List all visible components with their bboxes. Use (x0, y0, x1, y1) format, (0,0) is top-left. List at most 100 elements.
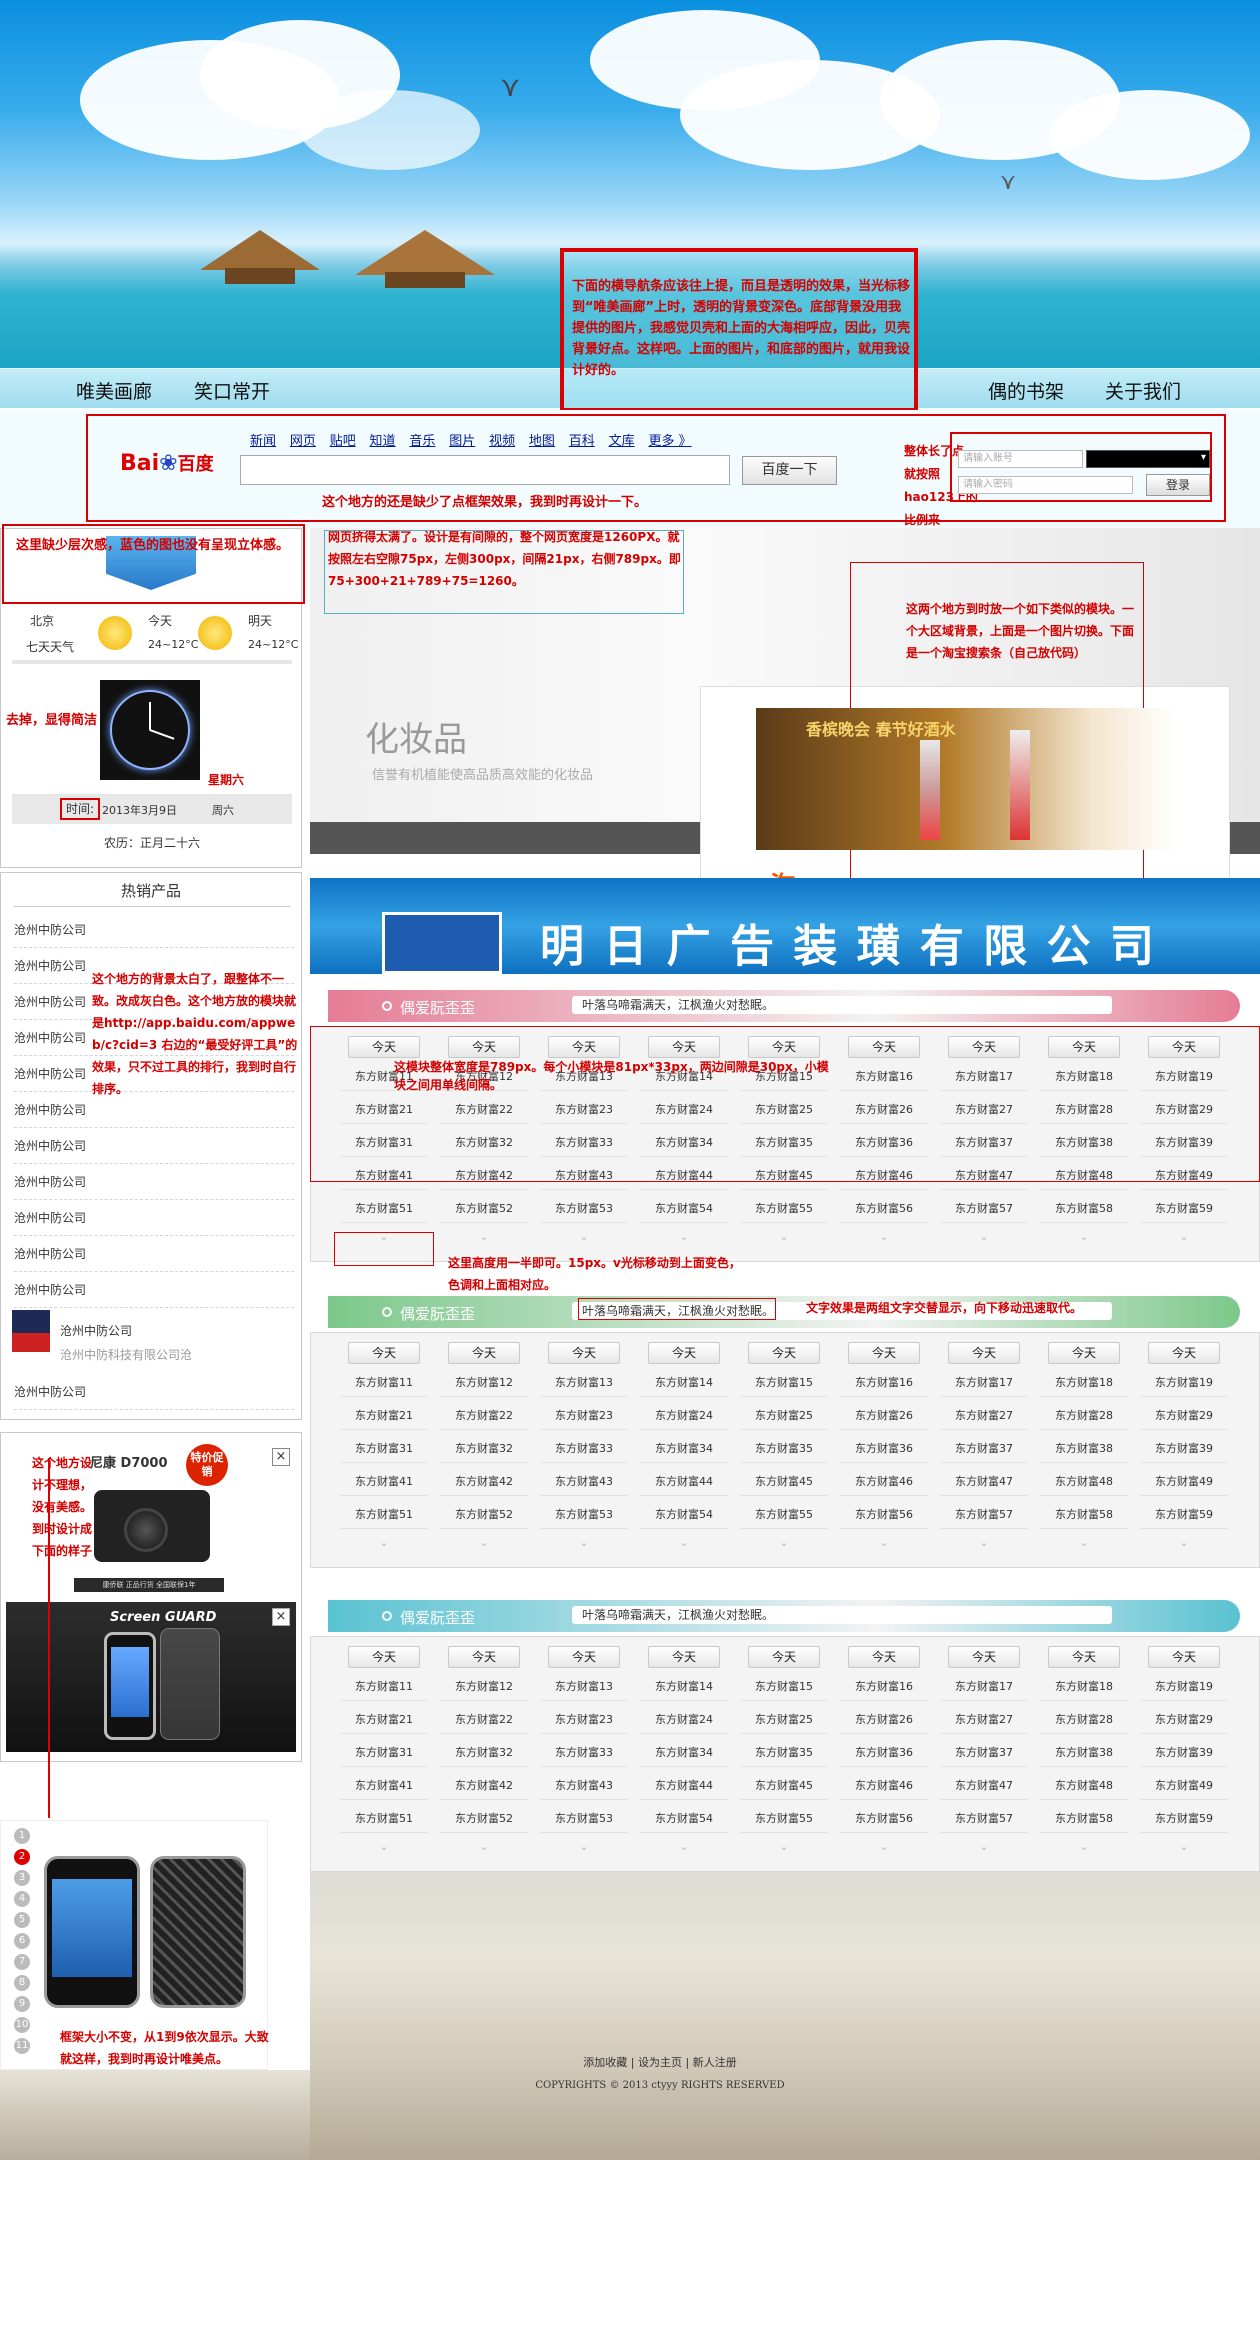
tool-cell[interactable]: 东方财富26 (840, 1705, 928, 1734)
tool-cell[interactable]: 东方财富21 (340, 1705, 428, 1734)
tab-today[interactable]: 今天 (348, 1342, 420, 1364)
tool-cell[interactable]: 东方财富23 (540, 1401, 628, 1430)
tool-cell[interactable]: 东方财富18 (1040, 1368, 1128, 1397)
tool-cell[interactable]: 东方财富24 (640, 1401, 728, 1430)
tool-cell[interactable]: 东方财富43 (540, 1771, 628, 1800)
tool-cell[interactable]: 东方财富13 (540, 1368, 628, 1397)
chevron-down-icon[interactable]: ⌄ (1040, 1840, 1128, 1853)
chevron-down-icon[interactable]: ⌄ (1140, 1840, 1228, 1853)
slider-number[interactable]: 7 (14, 1954, 30, 1970)
tool-cell[interactable]: 东方财富37 (940, 1738, 1028, 1767)
tool-cell[interactable]: 东方财富15 (740, 1672, 828, 1701)
list-item[interactable]: 沧州中防公司 (14, 1272, 294, 1308)
chevron-down-icon[interactable]: ⌄ (440, 1536, 528, 1549)
search-link-web[interactable]: 网页 (290, 434, 316, 449)
search-link-zhidao[interactable]: 知道 (370, 434, 396, 449)
nav-item-gallery[interactable]: 唯美画廊 (76, 377, 152, 404)
tool-cell[interactable]: 东方财富38 (1040, 1738, 1128, 1767)
tool-cell[interactable]: 东方财富57 (940, 1804, 1028, 1833)
tab-today[interactable]: 今天 (1148, 1646, 1220, 1668)
tab-today[interactable]: 今天 (548, 1342, 620, 1364)
tool-cell[interactable]: 东方财富37 (940, 1434, 1028, 1463)
tool-cell[interactable]: 东方财富42 (440, 1771, 528, 1800)
tool-cell[interactable]: 东方财富17 (940, 1672, 1028, 1701)
tool-cell[interactable]: 东方财富53 (540, 1194, 628, 1223)
tool-cell[interactable]: 东方财富19 (1140, 1368, 1228, 1397)
tool-cell[interactable]: 东方财富34 (640, 1434, 728, 1463)
tool-cell[interactable]: 东方财富32 (440, 1738, 528, 1767)
slider-number[interactable]: 10 (14, 2017, 30, 2033)
tool-cell[interactable]: 东方财富14 (640, 1368, 728, 1397)
tool-cell[interactable]: 东方财富35 (740, 1738, 828, 1767)
tool-cell[interactable]: 东方财富16 (840, 1368, 928, 1397)
tool-cell[interactable]: 东方财富27 (940, 1401, 1028, 1430)
nav-item-jokes[interactable]: 笑口常开 (194, 377, 270, 404)
tool-cell[interactable]: 东方财富51 (340, 1500, 428, 1529)
tool-cell[interactable]: 东方财富49 (1140, 1467, 1228, 1496)
chevron-down-icon[interactable]: ⌄ (1040, 1230, 1128, 1243)
chevron-down-icon[interactable]: ⌄ (540, 1230, 628, 1243)
tool-cell[interactable]: 东方财富41 (340, 1771, 428, 1800)
tool-cell[interactable]: 东方财富22 (440, 1401, 528, 1430)
tool-cell[interactable]: 东方财富56 (840, 1194, 928, 1223)
tool-cell[interactable]: 东方财富39 (1140, 1738, 1228, 1767)
chevron-down-icon[interactable]: ⌄ (1140, 1230, 1228, 1243)
search-link-wenku[interactable]: 文库 (609, 434, 635, 449)
slider-number[interactable]: 11 (14, 2038, 30, 2054)
slider-number[interactable]: 2 (14, 1849, 30, 1865)
chevron-down-icon[interactable]: ⌄ (940, 1536, 1028, 1549)
tool-cell[interactable]: 东方财富43 (540, 1467, 628, 1496)
tab-today[interactable]: 今天 (648, 1646, 720, 1668)
tool-cell[interactable]: 东方财富35 (740, 1434, 828, 1463)
tool-cell[interactable]: 东方财富47 (940, 1771, 1028, 1800)
list-item[interactable]: 沧州中防公司 (14, 1374, 294, 1410)
tab-today[interactable]: 今天 (948, 1646, 1020, 1668)
tool-cell[interactable]: 东方财富46 (840, 1771, 928, 1800)
tool-cell[interactable]: 东方财富44 (640, 1467, 728, 1496)
tool-cell[interactable]: 东方财富48 (1040, 1771, 1128, 1800)
account-select[interactable]: ▾ (1086, 450, 1210, 468)
list-item[interactable]: 沧州中防公司 (14, 912, 294, 948)
login-button[interactable]: 登录 (1146, 474, 1210, 496)
tab-today[interactable]: 今天 (1048, 1646, 1120, 1668)
tool-cell[interactable]: 东方财富59 (1140, 1804, 1228, 1833)
tool-cell[interactable]: 东方财富54 (640, 1500, 728, 1529)
chevron-down-icon[interactable]: ⌄ (440, 1230, 528, 1243)
search-link-music[interactable]: 音乐 (409, 434, 435, 449)
tool-cell[interactable]: 东方财富46 (840, 1467, 928, 1496)
tool-cell[interactable]: 东方财富41 (340, 1467, 428, 1496)
chevron-down-icon[interactable]: ⌄ (740, 1840, 828, 1853)
tool-cell[interactable]: 东方财富52 (440, 1194, 528, 1223)
tab-today[interactable]: 今天 (548, 1646, 620, 1668)
chevron-down-icon[interactable]: ⌄ (840, 1536, 928, 1549)
list-item[interactable]: 沧州中防公司 (14, 1200, 294, 1236)
tool-cell[interactable]: 东方财富53 (540, 1804, 628, 1833)
tool-cell[interactable]: 东方财富34 (640, 1738, 728, 1767)
tool-cell[interactable]: 东方财富56 (840, 1500, 928, 1529)
tool-cell[interactable]: 东方财富59 (1140, 1194, 1228, 1223)
tool-cell[interactable]: 东方财富54 (640, 1804, 728, 1833)
tool-cell[interactable]: 东方财富38 (1040, 1434, 1128, 1463)
tool-cell[interactable]: 东方财富47 (940, 1467, 1028, 1496)
search-link-more[interactable]: 更多 》 (648, 434, 691, 449)
search-button[interactable]: 百度一下 (742, 456, 837, 485)
chevron-down-icon[interactable]: ⌄ (540, 1840, 628, 1853)
chevron-down-icon[interactable]: ⌄ (1040, 1536, 1128, 1549)
tool-cell[interactable]: 东方财富42 (440, 1467, 528, 1496)
tool-cell[interactable]: 东方财富28 (1040, 1705, 1128, 1734)
tool-cell[interactable]: 东方财富36 (840, 1434, 928, 1463)
tool-cell[interactable]: 东方财富52 (440, 1500, 528, 1529)
tool-cell[interactable]: 东方财富29 (1140, 1401, 1228, 1430)
tool-cell[interactable]: 东方财富18 (1040, 1672, 1128, 1701)
chevron-down-icon[interactable]: ⌄ (1140, 1536, 1228, 1549)
tab-today[interactable]: 今天 (748, 1646, 820, 1668)
tool-cell[interactable]: 东方财富49 (1140, 1771, 1228, 1800)
chevron-down-icon[interactable]: ⌄ (940, 1840, 1028, 1853)
chevron-down-icon[interactable]: ⌄ (340, 1536, 428, 1549)
tab-today[interactable]: 今天 (1048, 1342, 1120, 1364)
tool-cell[interactable]: 东方财富51 (340, 1804, 428, 1833)
tool-cell[interactable]: 东方财富29 (1140, 1705, 1228, 1734)
tool-cell[interactable]: 东方财富45 (740, 1467, 828, 1496)
tool-cell[interactable]: 东方财富32 (440, 1434, 528, 1463)
search-link-baike[interactable]: 百科 (569, 434, 595, 449)
